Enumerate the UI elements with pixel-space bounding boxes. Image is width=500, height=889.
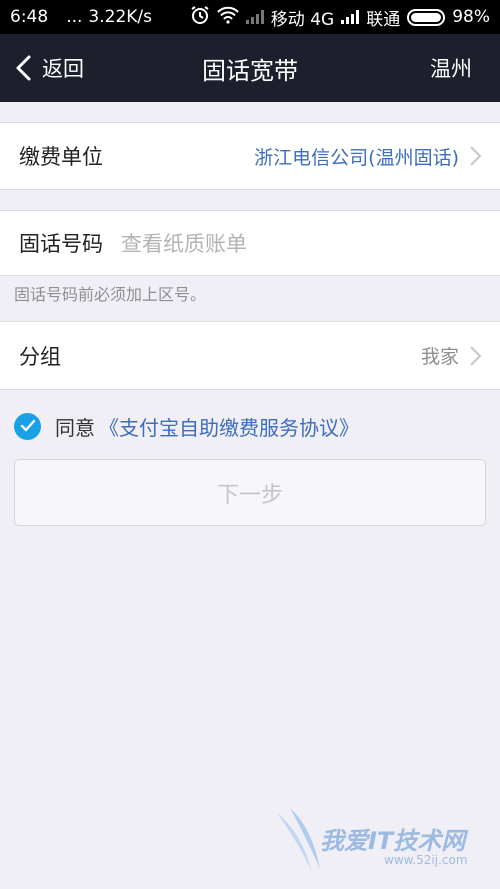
- carrier2-label: 联通: [366, 9, 401, 30]
- watermark-logo: 我爱IT技术网 www.52ij.com: [272, 803, 492, 883]
- group-row[interactable]: 分组 我家: [0, 321, 500, 390]
- nav-bar: 固话宽带 返回 温州: [0, 34, 500, 102]
- city-button[interactable]: 温州: [430, 34, 472, 102]
- chevron-right-icon: [470, 146, 482, 166]
- group-label: 分组: [19, 344, 61, 369]
- alarm-icon: [190, 5, 210, 30]
- phone-number-input[interactable]: 查看纸质账单: [121, 228, 247, 258]
- signal-icon: [245, 10, 264, 24]
- phone-number-row: 固话号码 查看纸质账单: [0, 210, 500, 276]
- agreement-link[interactable]: 《支付宝自助缴费服务协议》: [99, 412, 359, 441]
- chevron-left-icon: [16, 55, 31, 81]
- phone-number-label: 固话号码: [19, 232, 103, 256]
- phone-hint: 固话号码前必须加上区号。: [14, 285, 207, 304]
- payment-unit-row[interactable]: 缴费单位 浙江电信公司(温州固话): [0, 122, 500, 190]
- battery-percent: 98%: [452, 7, 490, 27]
- status-bar: 6:48 ... 3.22K/s 移动 4G 联通 98%: [0, 0, 500, 34]
- agreement-row: 同意 《支付宝自助缴费服务协议》: [14, 408, 359, 444]
- chevron-right-icon: [470, 345, 482, 366]
- agreement-checkbox[interactable]: [14, 412, 41, 440]
- payment-unit-label: 缴费单位: [19, 145, 103, 169]
- carrier1-label: 移动 4G: [270, 9, 335, 30]
- next-button[interactable]: 下一步: [14, 459, 486, 526]
- back-button[interactable]: 返回: [14, 34, 84, 102]
- network-speed: 3.22K/s: [88, 7, 152, 27]
- status-dots: ...: [66, 7, 83, 27]
- signal-icon: [341, 10, 360, 24]
- back-label: 返回: [42, 57, 84, 81]
- agreement-prefix: 同意: [55, 415, 95, 440]
- payment-unit-value: 浙江电信公司(温州固话): [254, 146, 459, 169]
- checkmark-icon: [20, 419, 35, 432]
- battery-icon: [407, 8, 446, 26]
- watermark-text: 我爱IT技术网: [320, 827, 466, 855]
- watermark-url: www.52ij.com: [384, 853, 468, 867]
- status-time: 6:48: [10, 7, 49, 27]
- wifi-icon: [217, 6, 239, 29]
- group-value: 我家: [420, 346, 459, 368]
